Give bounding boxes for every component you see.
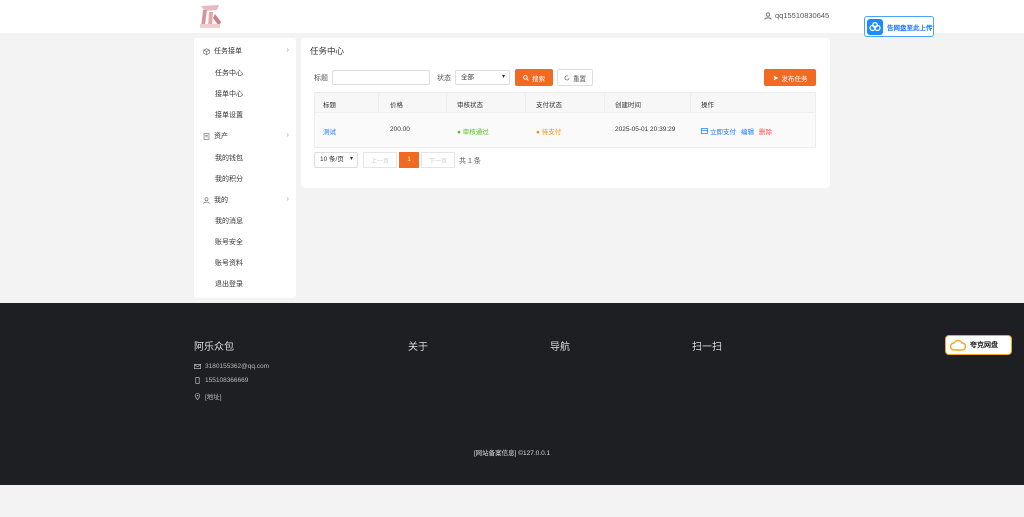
sidebar-group-label: 我的 <box>214 197 228 204</box>
footer-phone: 155108366669 <box>194 377 248 384</box>
reset-button-label: 重置 <box>573 75 586 83</box>
logo-icon[interactable] <box>197 2 225 31</box>
ledger-icon <box>203 132 210 140</box>
user-icon <box>764 11 772 20</box>
user-menu[interactable]: qq15510830645 <box>764 11 829 20</box>
sidebar-item-order-settings[interactable]: 接单设置 <box>215 110 243 120</box>
status-select-value: 全部 <box>461 74 474 81</box>
footer-brand: 阿乐众包 <box>194 342 234 353</box>
mail-icon <box>194 364 201 369</box>
sidebar-item-profile[interactable]: 账号资料 <box>215 258 243 268</box>
sidebar-item-wallet[interactable]: 我的钱包 <box>215 153 243 163</box>
search-icon <box>523 74 529 81</box>
column-header: 标题 <box>323 102 336 109</box>
chevron-right-icon: › <box>286 130 289 139</box>
delete-link[interactable]: 删除 <box>759 126 772 136</box>
footer-address-text: [地址] <box>205 394 222 401</box>
edit-link[interactable]: 编辑 <box>741 126 754 136</box>
pay-now-link[interactable]: 立即支付 <box>701 126 736 136</box>
phone-icon <box>195 377 200 384</box>
status-filter-label: 状态 <box>437 75 451 82</box>
location-icon <box>194 392 201 400</box>
column-header: 操作 <box>701 102 714 109</box>
username: qq15510830645 <box>775 11 830 20</box>
footer-about-heading: 关于 <box>408 342 428 353</box>
table-header: 标题 价格 审核状态 支付状态 创建时间 操作 <box>315 93 815 113</box>
created-time: 2025-05-01 20:39:29 <box>615 126 676 133</box>
next-page-button[interactable]: 下一页 <box>421 152 455 168</box>
footer-phone-text: 155108366669 <box>205 377 249 384</box>
column-header: 价格 <box>390 102 403 109</box>
sidebar-item-logout[interactable]: 退出登录 <box>215 279 243 289</box>
chevron-right-icon: › <box>286 194 289 203</box>
sidebar-group-label: 任务接单 <box>214 48 242 55</box>
pay-now-label: 立即支付 <box>710 129 736 136</box>
footer-email-text: 3180155362@qq.com <box>205 363 270 370</box>
sidebar-group-label: 资产 <box>214 133 228 140</box>
task-title-link[interactable]: 测试 <box>323 126 336 136</box>
refresh-icon <box>564 74 570 80</box>
footer-nav-heading: 导航 <box>550 342 570 353</box>
page-size-value: 10 条/页 <box>320 156 344 163</box>
footer-address: [地址] <box>194 391 222 401</box>
sidebar-item-task-center[interactable]: 任务中心 <box>215 68 243 78</box>
chevron-down-icon: ▾ <box>501 74 505 80</box>
column-header: 支付状态 <box>536 102 562 109</box>
search-button[interactable]: 搜索 <box>515 69 553 86</box>
footer: 阿乐众包 关于 导航 扫一扫 3180155362@qq.com 1551083… <box>0 303 1024 485</box>
card-icon <box>701 128 708 134</box>
review-status-text: 审核通过 <box>462 129 489 136</box>
sidebar-item-points[interactable]: 我的积分 <box>215 174 243 184</box>
title-filter-label: 标题 <box>314 75 328 82</box>
page-size-select[interactable]: 10 条/页 ▾ <box>314 152 358 168</box>
reset-button[interactable]: 重置 <box>557 69 593 86</box>
sidebar-group-tasks[interactable]: 任务接单 › <box>203 46 289 56</box>
quark-drive-button[interactable]: 夸克网盘 <box>945 335 1012 355</box>
quark-drive-label: 夸克网盘 <box>970 342 998 349</box>
cloud-icon <box>867 18 883 35</box>
publish-task-label: 发布任务 <box>781 75 808 83</box>
column-header: 创建时间 <box>615 102 641 109</box>
sidebar-group-mine[interactable]: 我的 › <box>203 195 289 205</box>
baidu-upload-label: 告网盘至此上传 <box>887 24 933 32</box>
title-search-input[interactable] <box>332 70 430 85</box>
footer-email: 3180155362@qq.com <box>194 363 269 370</box>
pay-status-badge: ● 待支付 <box>536 129 562 136</box>
send-icon <box>773 75 778 80</box>
row-actions: 立即支付 编辑 删除 <box>701 126 772 136</box>
baidu-upload-button[interactable]: 告网盘至此上传 <box>864 16 934 37</box>
sidebar: 任务接单 › 任务中心 接单中心 接单设置 资产 › 我的钱包 我的积分 我的 … <box>194 38 296 298</box>
total-count: 共 1 条 <box>459 158 481 165</box>
sidebar-item-order-center[interactable]: 接单中心 <box>215 89 243 99</box>
pay-status-text: 待支付 <box>541 129 562 136</box>
sidebar-group-assets[interactable]: 资产 › <box>203 131 289 141</box>
task-price: 200.00 <box>390 126 410 133</box>
task-table: 标题 价格 审核状态 支付状态 创建时间 操作 测试 200.00 ● 审核通过… <box>314 92 816 148</box>
publish-task-button[interactable]: 发布任务 <box>764 69 816 86</box>
footer-copyright: [网站备案信息] ©127.0.0.1 <box>473 450 551 457</box>
page-1-button[interactable]: 1 <box>399 152 419 168</box>
status-select[interactable]: 全部 ▾ <box>455 70 510 85</box>
user-icon <box>203 196 210 204</box>
footer-scan-heading: 扫一扫 <box>692 342 722 353</box>
search-button-label: 搜索 <box>532 75 545 83</box>
page-title: 任务中心 <box>310 46 345 56</box>
table-row: 测试 200.00 ● 审核通过 ● 待支付 2025-05-01 20:39:… <box>315 113 815 147</box>
sidebar-item-messages[interactable]: 我的消息 <box>215 216 243 226</box>
box-icon <box>203 47 210 55</box>
chevron-right-icon: › <box>286 45 289 54</box>
sidebar-item-security[interactable]: 账号安全 <box>215 237 243 247</box>
main-panel: 任务中心 标题 状态 全部 ▾ 搜索 重置 发布任务 标题 价格 审核状态 支付… <box>301 38 830 188</box>
cloud-icon <box>950 339 966 351</box>
prev-page-button[interactable]: 上一页 <box>363 152 397 168</box>
review-status-badge: ● 审核通过 <box>457 129 489 136</box>
column-header: 审核状态 <box>457 102 483 109</box>
chevron-down-icon: ▾ <box>349 156 353 162</box>
